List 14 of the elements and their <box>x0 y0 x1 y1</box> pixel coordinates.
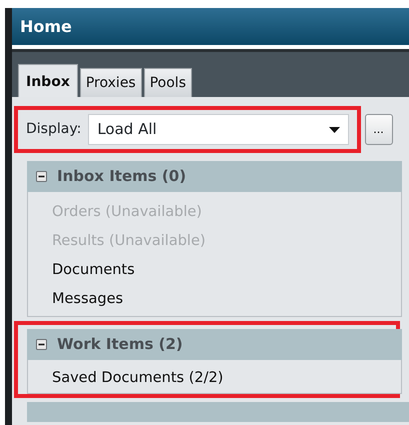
tab[interactable]: Inbox <box>18 64 78 97</box>
tab[interactable]: Proxies <box>80 68 142 97</box>
collapse-icon[interactable] <box>36 339 47 350</box>
display-label: Display: <box>26 120 82 139</box>
list-item[interactable]: Documents <box>52 256 401 285</box>
caret-icon <box>329 126 340 132</box>
more-button[interactable]: ... <box>364 114 392 145</box>
display-dropdown[interactable]: Load All <box>88 114 349 145</box>
tab[interactable]: Pools <box>144 68 192 97</box>
list-item[interactable]: Messages <box>52 285 401 314</box>
section-header[interactable]: Work Items (2) <box>27 329 402 360</box>
window-title: Home <box>12 8 409 45</box>
section-header[interactable]: Inbox Items (0) <box>27 161 402 192</box>
collapse-icon[interactable] <box>36 171 47 182</box>
